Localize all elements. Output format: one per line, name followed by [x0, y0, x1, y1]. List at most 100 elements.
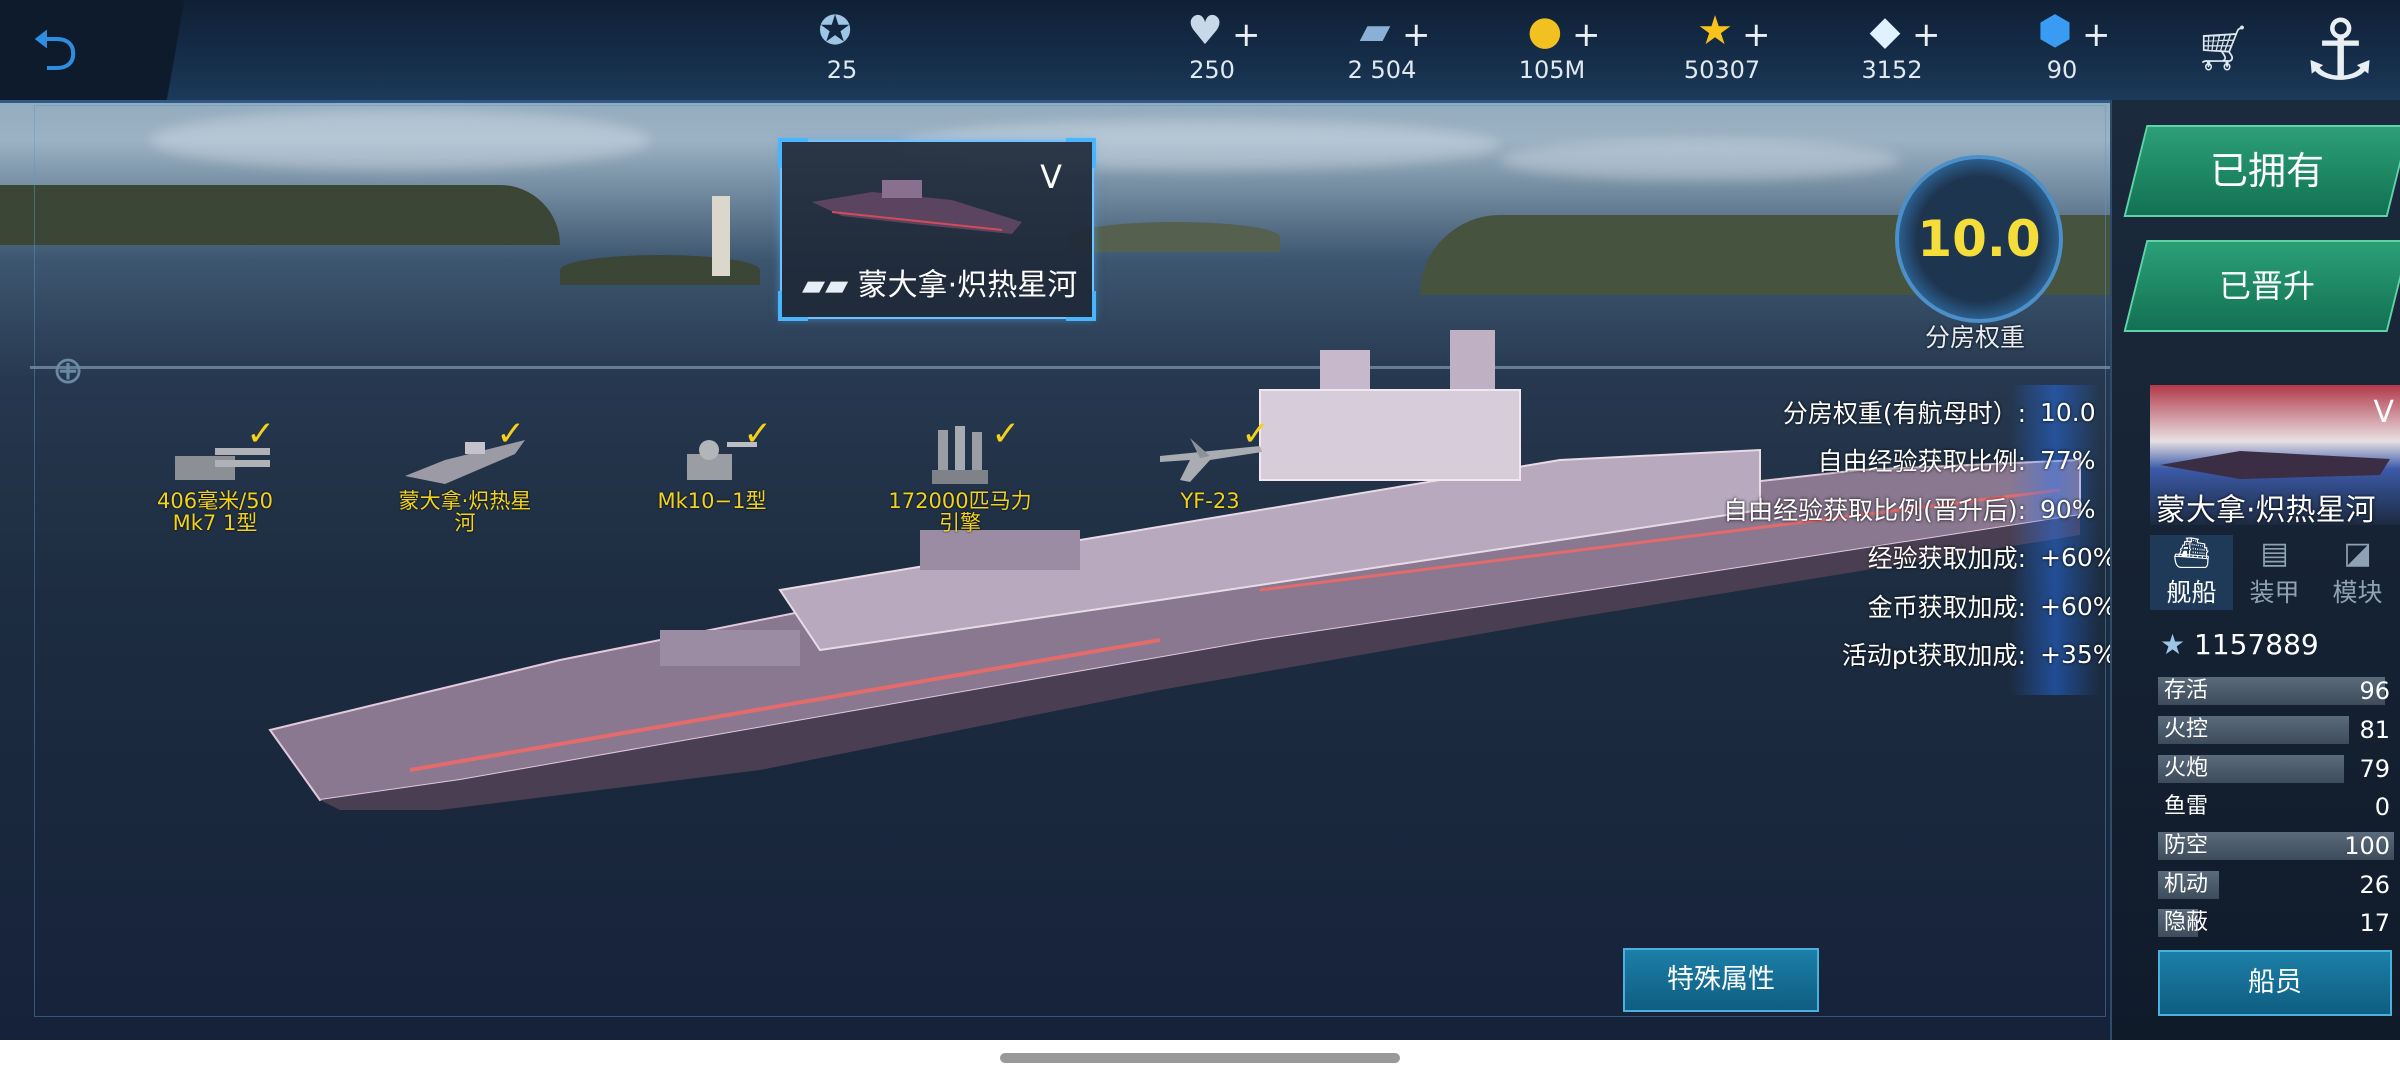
plus-icon[interactable]: + — [1912, 18, 1941, 52]
combat-power: ★ 1157889 — [2160, 628, 2390, 661]
attribute-value: 0 — [2374, 793, 2390, 821]
selected-ship-card[interactable]: V ▰▰ 蒙大拿·炽热星河 — [778, 138, 1096, 321]
check-icon: ✓ — [496, 414, 526, 454]
anchor-button[interactable]: ⚓︎ — [2290, 0, 2390, 100]
stat-line: 分房权重(有航母时）: 10.0 — [1783, 392, 2110, 432]
diamond-icon: ◆ — [1869, 8, 1901, 54]
side-ship-hull — [2160, 451, 2390, 479]
stat-label: 自由经验获取比例(晋升后): — [1723, 496, 2026, 525]
island — [560, 255, 760, 285]
equipment-slot[interactable]: ✓ YF-23 — [1120, 414, 1300, 513]
special-attributes-button[interactable]: 特殊属性 — [1623, 948, 1819, 1012]
attribute-value: 81 — [2359, 716, 2390, 744]
stat-label: 自由经验获取比例: — [1817, 447, 2026, 476]
gun-turret-icon: ✓ — [155, 414, 275, 490]
check-icon: ✓ — [743, 414, 773, 454]
equipment-label: Mk10−1型 — [657, 489, 767, 513]
cloud — [150, 110, 650, 170]
attribute-label: 鱼雷 — [2164, 794, 2209, 819]
stat-value: 77% — [2040, 445, 2096, 475]
resource-gems[interactable]: ⬢ + 90 — [2002, 4, 2122, 96]
equipment-slot[interactable]: ✓ 172000匹马力 引擎 — [870, 414, 1050, 534]
resource-diamonds-value: 3152 — [1861, 56, 1923, 84]
back-arrow-icon: ⮌ — [31, 16, 79, 84]
ship-thumbnail — [812, 180, 1022, 234]
equipment-label: YF-23 — [1180, 489, 1240, 513]
attribute-label: 防空 — [2164, 833, 2209, 858]
side-tabs: ⛴︎ 舰船 ▤ 装甲 ◪ 模块 — [2150, 535, 2400, 610]
card-corner — [778, 138, 808, 168]
owned-button[interactable]: 已拥有 — [2123, 125, 2400, 217]
resource-cards[interactable]: ▰ + 2 504 — [1322, 4, 1442, 96]
attribute-value: 26 — [2359, 871, 2390, 899]
tab-ship[interactable]: ⛴︎ 舰船 — [2150, 535, 2233, 610]
attribute-bar: 防空 100 — [2158, 832, 2394, 860]
heart-icon: ♥ — [1187, 8, 1223, 54]
resource-gold[interactable]: ● + 105M — [1492, 4, 1612, 96]
equipment-slot[interactable]: ✓ 蒙大拿·炽热星 河 — [375, 414, 555, 535]
stat-value: 10.0 — [2040, 397, 2096, 427]
crosshair-icon[interactable]: ⊕ — [48, 350, 88, 390]
ship-tier: V — [1040, 158, 1062, 196]
stat-label: 经验获取加成: — [1867, 544, 2026, 573]
stat-line: 经验获取加成: +60% — [1867, 537, 2117, 577]
promoted-button[interactable]: 已晋升 — [2123, 240, 2400, 332]
attribute-label: 隐蔽 — [2164, 910, 2209, 935]
stat-value: +60% — [2040, 591, 2117, 621]
resource-diamonds[interactable]: ◆ + 3152 — [1832, 4, 1952, 96]
stat-line: 自由经验获取比例(晋升后): 90% — [1723, 489, 2110, 529]
stat-line: 金币获取加成: +60% — [1867, 586, 2117, 626]
ship-name: ▰▰ 蒙大拿·炽热星河 — [802, 260, 1092, 304]
stat-label: 活动pt获取加成: — [1841, 641, 2026, 670]
anchor-icon: ⚓︎ — [2302, 1, 2378, 99]
card-icon: ▰ — [1359, 8, 1391, 54]
equipment-label: 406毫米/50 Mk7 1型 — [157, 489, 273, 535]
resource-cards-value: 2 504 — [1347, 56, 1417, 84]
ship-hull-icon: ✓ — [405, 414, 525, 490]
plus-icon[interactable]: + — [1402, 18, 1431, 52]
resource-stars[interactable]: ★ + 50307 — [1662, 4, 1782, 96]
equipment-slot[interactable]: ✓ Mk10−1型 — [622, 414, 802, 513]
check-icon: ✓ — [991, 414, 1021, 454]
back-button[interactable]: ⮌ — [20, 20, 90, 80]
topbar-slant — [120, 0, 230, 100]
attribute-label: 火控 — [2164, 717, 2209, 742]
promoted-label: 已晋升 — [2218, 267, 2315, 305]
tab-armor[interactable]: ▤ 装甲 — [2233, 535, 2316, 610]
plus-icon[interactable]: + — [1572, 18, 1601, 52]
resource-rank[interactable]: ✪ 25 — [782, 4, 902, 96]
shop-cart-button[interactable]: 🛒︎ — [2195, 22, 2265, 74]
home-indicator[interactable] — [1000, 1053, 1400, 1063]
room-weight-label: 分房权重 — [1924, 323, 2025, 352]
resource-rank-value: 25 — [826, 56, 858, 84]
side-ship-image[interactable]: V 蒙大拿·炽热星河 — [2150, 385, 2400, 525]
resource-hearts-value: 250 — [1189, 56, 1235, 84]
resource-hearts[interactable]: ♥ + 250 — [1152, 4, 1272, 96]
room-weight-value: 10.0 — [1917, 210, 2041, 268]
attribute-value: 17 — [2359, 909, 2390, 937]
room-weight-dial: 10.0 — [1895, 155, 2063, 323]
blue-gem-icon: ⬢ — [2037, 8, 2073, 54]
attribute-bar: 机动 26 — [2158, 871, 2394, 899]
tab-armor-label: 装甲 — [2249, 578, 2300, 607]
plus-icon[interactable]: + — [1232, 18, 1261, 52]
attribute-bar: 隐蔽 17 — [2158, 909, 2394, 937]
stat-label: 分房权重(有航母时）: — [1782, 399, 2026, 428]
attribute-bar: 鱼雷 0 — [2158, 793, 2394, 821]
plus-icon[interactable]: + — [2082, 18, 2111, 52]
tab-ship-label: 舰船 — [2166, 578, 2217, 607]
tab-module[interactable]: ◪ 模块 — [2316, 535, 2399, 610]
equipment-slot[interactable]: ✓ 406毫米/50 Mk7 1型 — [125, 414, 305, 535]
stat-value: +35% — [2040, 639, 2117, 669]
stat-label: 金币获取加成: — [1867, 593, 2026, 622]
game-screen: ⊕ ⮌ ✪ 25 ♥ + 250 ▰ + 2 504 ● + 105M ★ + … — [0, 0, 2400, 1040]
card-corner — [1066, 138, 1096, 168]
side-ship-name: 蒙大拿·炽热星河 — [2156, 493, 2376, 525]
module-icon: ◪ — [2343, 536, 2372, 571]
crew-button[interactable]: 船员 — [2158, 950, 2392, 1016]
attribute-value: 79 — [2359, 755, 2390, 783]
equipment-label: 蒙大拿·炽热星 河 — [398, 489, 532, 535]
lighthouse — [712, 196, 730, 276]
plus-icon[interactable]: + — [1742, 18, 1771, 52]
attribute-value: 100 — [2344, 832, 2390, 860]
